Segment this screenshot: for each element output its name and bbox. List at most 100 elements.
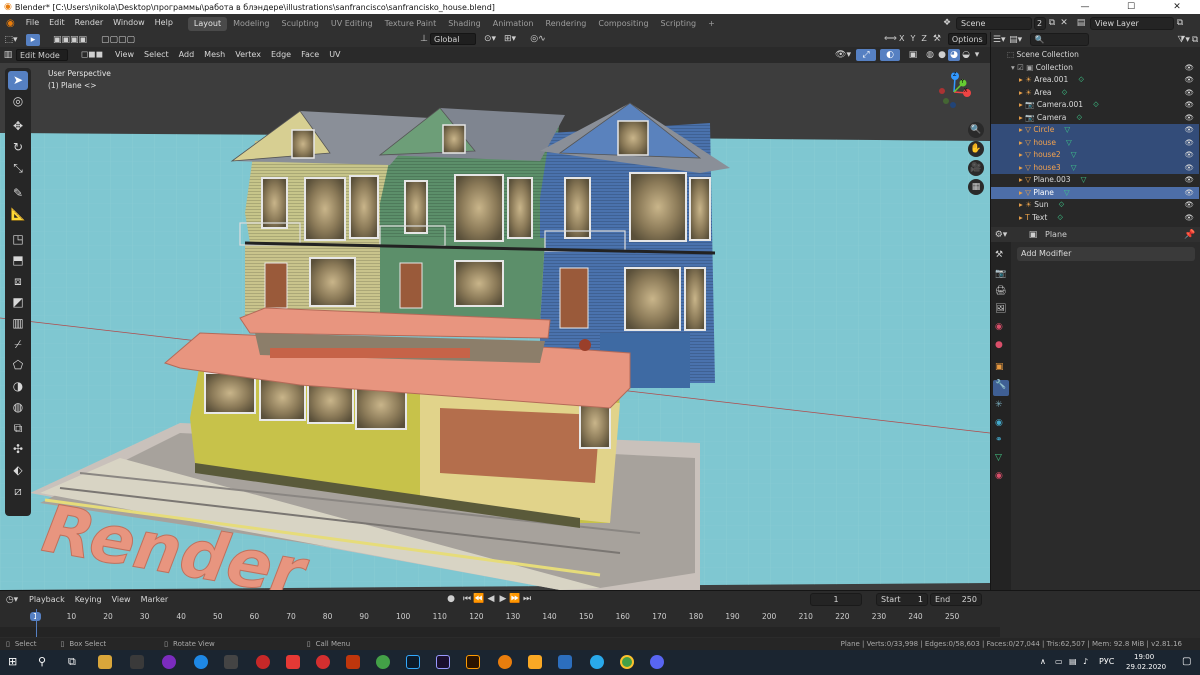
current-frame-field[interactable]: 1 — [810, 593, 862, 606]
material-tab-icon[interactable]: ◉ — [995, 471, 1003, 481]
move-tool-icon[interactable]: ✥ — [8, 117, 28, 136]
tray-arrow-icon[interactable]: ∧ — [1040, 657, 1046, 666]
menu-edge[interactable]: Edge — [266, 47, 296, 63]
edge-browser-icon[interactable] — [194, 655, 208, 669]
blender-taskbar-icon[interactable] — [498, 655, 512, 669]
menu-view[interactable]: View — [110, 47, 139, 63]
outliner-item[interactable]: ▸ ▽ Plane.003 ▽ 👁 — [991, 174, 1199, 187]
shrink-fatten-tool-icon[interactable]: ✣ — [8, 440, 28, 459]
filter-icon[interactable]: ⧩▾ — [1177, 34, 1190, 46]
prev-key-icon[interactable]: ⏪ — [473, 593, 485, 605]
tab-scripting[interactable]: Scripting — [655, 17, 703, 31]
tab-compositing[interactable]: Compositing — [592, 17, 654, 31]
loop-cut-tool-icon[interactable]: ▥ — [8, 314, 28, 333]
scene-selector[interactable]: Scene — [956, 16, 1032, 30]
outliner-item[interactable]: ▸ T Text ⟐ 👁 — [991, 212, 1199, 225]
timeline-track[interactable] — [0, 627, 1000, 637]
smooth-tool-icon[interactable]: ◍ — [8, 398, 28, 417]
overlay-icon[interactable]: ◐ — [880, 49, 900, 61]
new-collection-icon[interactable]: ⧉ — [1190, 34, 1200, 46]
eye-icon[interactable]: 👁 — [1184, 174, 1194, 187]
outliner-search-input[interactable]: 🔍 — [1029, 33, 1090, 46]
rip-tool-icon[interactable]: ⧄ — [8, 482, 28, 501]
start-frame-field[interactable]: Start 1 — [876, 593, 928, 606]
data-tab-icon[interactable]: ▽ — [995, 453, 1002, 463]
tab-texture-paint[interactable]: Texture Paint — [379, 17, 443, 31]
outliner-item[interactable]: ▸ ▽ house2 ▽ 👁 — [991, 149, 1199, 162]
object-data-icon[interactable]: ▽ — [1064, 125, 1070, 134]
scene-tab-icon[interactable]: ◉ — [995, 322, 1003, 332]
tray-app-icon[interactable]: ▭ — [1055, 657, 1063, 666]
object-data-icon[interactable]: ▽ — [1071, 150, 1077, 159]
knife-tool-icon[interactable]: ⌿ — [8, 335, 28, 354]
menu-edit[interactable]: Edit — [44, 14, 70, 32]
object-data-icon[interactable]: ▽ — [1066, 138, 1072, 147]
eye-icon[interactable]: 👁 — [1184, 149, 1194, 162]
tab-uv-editing[interactable]: UV Editing — [325, 17, 379, 31]
telegram-icon[interactable] — [590, 655, 604, 669]
object-data-icon[interactable]: ⟐ — [1062, 88, 1068, 97]
maximize-button[interactable]: ☐ — [1108, 0, 1154, 14]
poly-build-tool-icon[interactable]: ⬠ — [8, 356, 28, 375]
world-tab-icon[interactable]: ● — [995, 340, 1003, 350]
shear-tool-icon[interactable]: ⬖ — [8, 461, 28, 480]
menu-timeline-view[interactable]: View — [107, 593, 136, 607]
outliner-scene-collection[interactable]: ⬚ Scene Collection — [991, 49, 1199, 62]
play-icon[interactable]: ▶ — [497, 593, 509, 605]
outliner-item[interactable]: ▸ ☀ Area ⟐ 👁 — [991, 87, 1199, 100]
outliner-item[interactable]: ▸ ☀ Area.001 ⟐ 👁 — [991, 74, 1199, 87]
object-data-icon[interactable]: ⟐ — [1059, 200, 1065, 209]
xray-icon[interactable]: ▣ — [906, 49, 920, 61]
app-green-icon[interactable] — [376, 655, 390, 669]
menu-keying[interactable]: Keying — [70, 593, 107, 607]
chrome-icon[interactable] — [620, 655, 634, 669]
pan-hand-icon[interactable]: ✋ — [968, 141, 984, 157]
constraints-tab-icon[interactable]: ⚭ — [995, 435, 1003, 445]
record-icon[interactable]: ● — [445, 593, 457, 605]
tab-modeling[interactable]: Modeling — [227, 17, 275, 31]
menu-marker[interactable]: Marker — [136, 593, 174, 607]
bevel-tool-icon[interactable]: ◩ — [8, 293, 28, 312]
cursor-tool-icon[interactable]: ◎ — [8, 92, 28, 111]
options-dropdown[interactable]: Options — [947, 33, 987, 45]
output-tab-icon[interactable]: 🖨 — [995, 286, 1006, 296]
mode-dropdown[interactable]: Edit Mode — [16, 49, 68, 61]
outliner-item[interactable]: ▸ ▽ Plane ▽ 👁 — [991, 186, 1199, 199]
outliner-collection[interactable]: ▾ ☑ ▣ Collection 👁 — [991, 62, 1199, 75]
eye-icon[interactable]: 👁 — [1184, 112, 1194, 125]
orientation-dropdown[interactable]: Global — [430, 33, 476, 45]
measure-tool-icon[interactable]: 📐 — [8, 205, 28, 224]
3d-viewport[interactable]: Render User Perspective (1) Plane <> X Y… — [0, 63, 990, 590]
tab-shading[interactable]: Shading — [442, 17, 487, 31]
outliner-item[interactable]: ▸ ▽ house ▽ 👁 — [991, 136, 1199, 149]
clock-time[interactable]: 19:00 — [1134, 653, 1154, 661]
menu-file[interactable]: File — [21, 14, 44, 32]
mirror-icon[interactable]: ⟺ — [884, 33, 897, 45]
particles-tab-icon[interactable]: ✳ — [995, 400, 1003, 410]
select-box-tool-icon[interactable]: ➤ — [8, 71, 28, 90]
properties-editor-icon[interactable]: ⚙▾ — [991, 229, 1011, 241]
object-tab-icon[interactable]: ▣ — [995, 362, 1004, 372]
eye-icon[interactable]: 👁 — [1184, 62, 1194, 75]
menu-window[interactable]: Window — [108, 14, 150, 32]
object-data-icon[interactable]: ▽ — [1071, 163, 1077, 172]
app-s-icon[interactable] — [316, 655, 330, 669]
axis-x-toggle[interactable]: X — [896, 33, 907, 45]
snap-icon[interactable]: ⊞▾ — [500, 33, 520, 45]
outliner-item[interactable]: ▸ ☀ Sun ⟐ 👁 — [991, 199, 1199, 212]
close-window-button[interactable]: ✕ — [1154, 0, 1200, 14]
outliner-item[interactable]: ▸ 📷 Camera.001 ⟐ 👁 — [991, 99, 1199, 112]
gizmo-icon[interactable]: ⤢ — [856, 49, 876, 61]
notification-icon[interactable]: ▢ — [1182, 656, 1191, 667]
jump-start-icon[interactable]: ⏮ — [461, 593, 473, 605]
app-m-icon[interactable] — [528, 655, 542, 669]
photoshop-icon[interactable] — [406, 655, 420, 669]
eye-icon[interactable]: 👁 — [1184, 74, 1194, 87]
object-data-icon[interactable]: ▽ — [1064, 188, 1070, 197]
selection-mode-icon[interactable]: ▣▣▣▣ — [50, 34, 90, 46]
app-icon[interactable] — [130, 655, 144, 669]
eye-icon[interactable]: 👁 — [1184, 212, 1194, 225]
jump-end-icon[interactable]: ⏭ — [521, 593, 533, 605]
eye-icon[interactable]: 👁 — [1184, 87, 1194, 100]
object-data-icon[interactable]: ▽ — [1081, 175, 1087, 184]
